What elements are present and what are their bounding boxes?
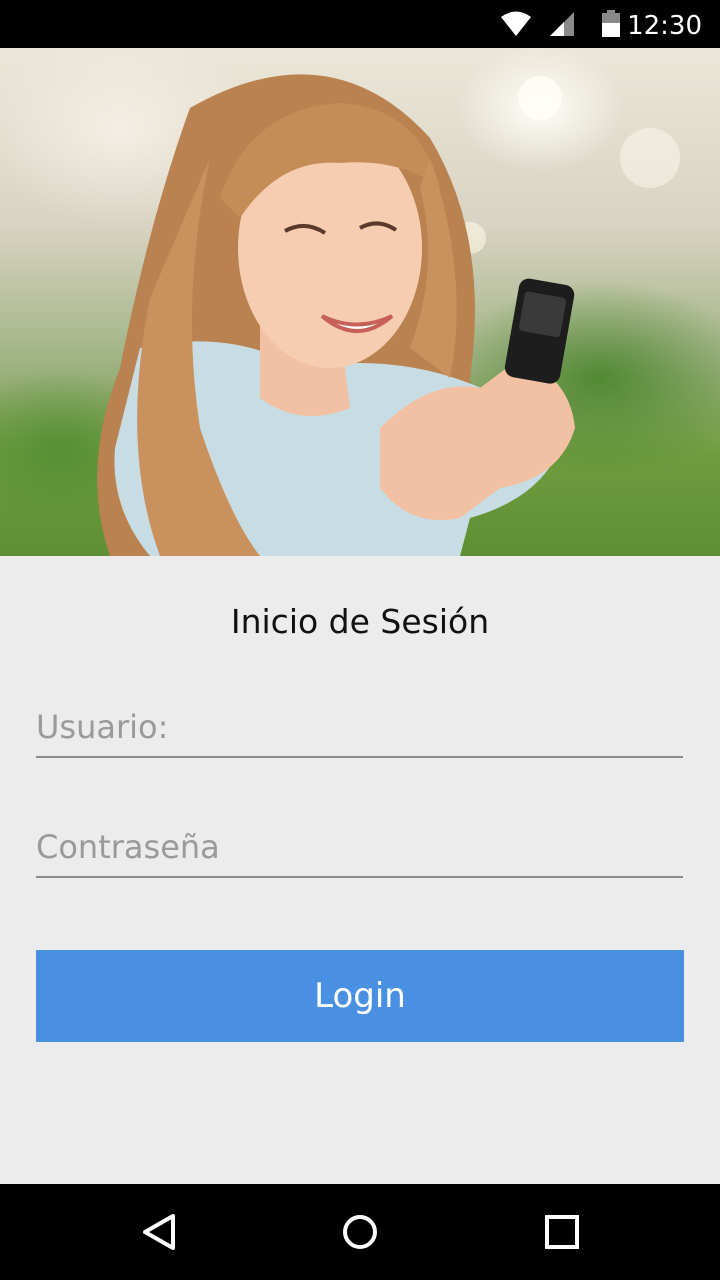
login-button[interactable]: Login [36,950,684,1042]
wifi-icon [500,10,532,42]
navigation-bar [0,1184,720,1280]
recents-icon[interactable] [536,1206,588,1258]
home-icon[interactable] [334,1206,386,1258]
back-icon[interactable] [134,1206,186,1258]
status-bar: 12:30 [0,0,720,48]
signal-icon [548,10,576,42]
login-title: Inicio de Sesión [230,602,490,641]
battery-icon [601,10,621,42]
username-input[interactable] [36,698,683,758]
clock: 12:30 [627,11,702,41]
photo-girl-with-phone [97,74,680,556]
password-input[interactable] [36,818,683,878]
hero-photo [0,48,720,556]
